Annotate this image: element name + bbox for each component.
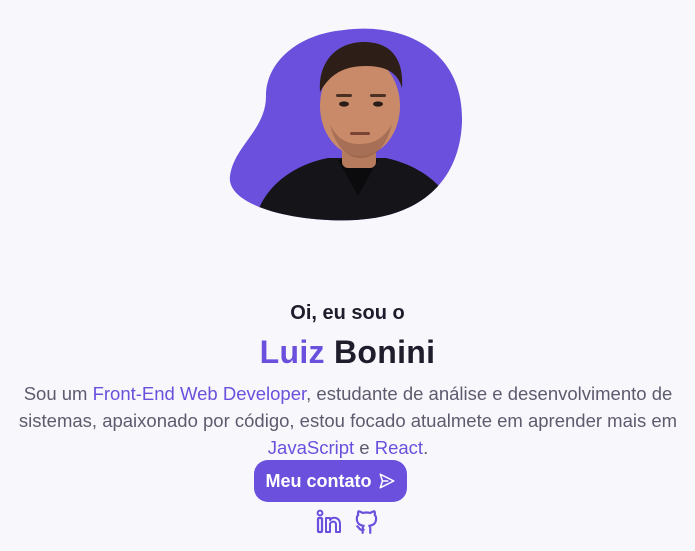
bio-highlight-react: React (374, 437, 424, 458)
profile-name: Luiz Bonini (0, 334, 695, 371)
bio-part: e (354, 437, 375, 458)
bio-part: . (423, 437, 429, 458)
contact-button[interactable]: Meu contato (254, 460, 407, 502)
send-icon (378, 472, 396, 490)
bio-highlight-javascript: JavaScript (267, 437, 355, 458)
github-link[interactable] (353, 509, 381, 540)
github-icon (354, 509, 380, 540)
linkedin-link[interactable] (315, 509, 343, 540)
last-name: Bonini (334, 334, 436, 370)
linkedin-icon (316, 509, 342, 540)
bio-part: Sou um (23, 383, 93, 404)
first-name: Luiz (259, 334, 325, 370)
profile-photo (226, 26, 466, 222)
social-links (0, 509, 695, 540)
bio-text: Sou um Front-End Web Developer, estudant… (18, 380, 678, 461)
contact-button-label: Meu contato (265, 470, 372, 491)
bio-highlight-role: Front-End Web Developer (92, 383, 307, 404)
greeting-text: Oi, eu sou o (290, 302, 405, 324)
home-section: Oi, eu sou o Luiz Bonini Sou um Front-En… (0, 0, 695, 551)
